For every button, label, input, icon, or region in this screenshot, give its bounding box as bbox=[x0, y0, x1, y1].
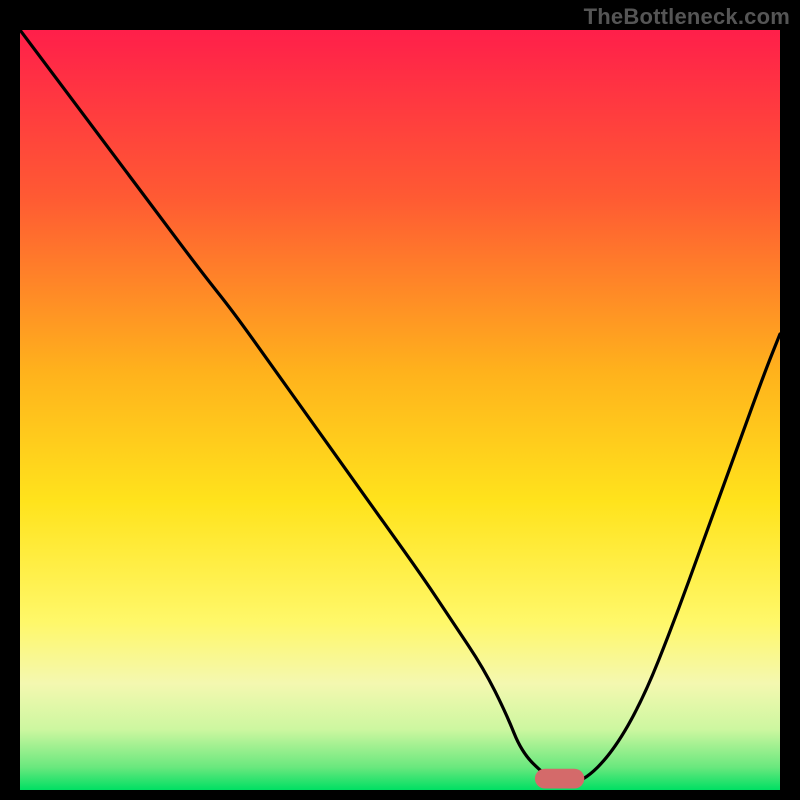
min-marker-layer bbox=[20, 30, 780, 790]
min-marker bbox=[535, 769, 584, 789]
chart-stage: TheBottleneck.com bbox=[0, 0, 800, 800]
plot-area bbox=[20, 30, 780, 790]
watermark-text: TheBottleneck.com bbox=[584, 4, 790, 30]
